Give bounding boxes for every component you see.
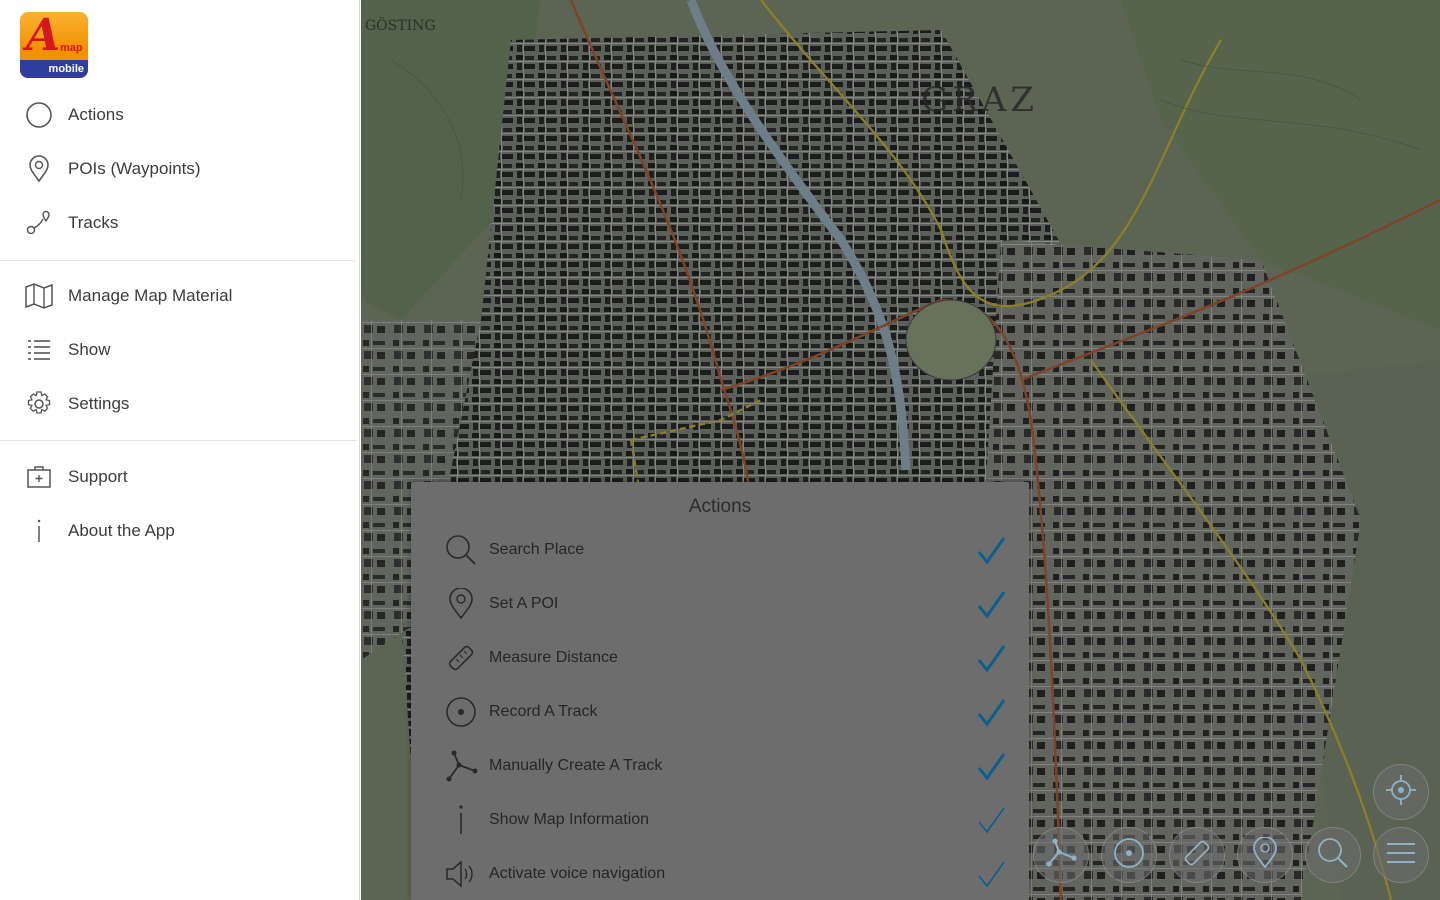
menu-item-support[interactable]: Support	[0, 450, 360, 504]
record-track-button[interactable]	[1101, 827, 1157, 883]
checkmark-icon[interactable]	[973, 856, 1009, 892]
action-row-activate-voice-navigation[interactable]: Activate voice navigation	[443, 847, 1009, 900]
checkmark-icon[interactable]	[973, 586, 1009, 622]
menu-item-label: Show	[68, 340, 111, 359]
menu-divider	[0, 440, 356, 441]
search-icon	[1316, 836, 1350, 875]
checkmark-icon[interactable]	[973, 640, 1009, 676]
action-label: Record A Track	[489, 703, 598, 720]
menu-item-label: Settings	[68, 394, 130, 413]
navigation-drawer: A map mobile Actions POIs (Waypoints) Tr…	[0, 0, 360, 900]
menu-item-label: POIs (Waypoints)	[68, 159, 201, 178]
action-label: Search Place	[489, 541, 585, 558]
info-icon	[22, 514, 56, 548]
menu-item-pois[interactable]: POIs (Waypoints)	[0, 142, 360, 196]
actions-panel-title: Actions	[688, 496, 752, 517]
checkmark-icon[interactable]	[973, 748, 1009, 784]
record-icon	[443, 694, 479, 730]
menu-icon	[1384, 838, 1418, 873]
menu-group-map: Manage Map Material Show Settings	[0, 269, 360, 431]
action-row-manually-create-track[interactable]: Manually Create A Track	[443, 739, 1009, 793]
logo-map-text: map	[60, 42, 83, 54]
ruler-icon	[1180, 836, 1214, 875]
menu-item-label: Actions	[68, 105, 124, 124]
search-place-button[interactable]	[1305, 827, 1361, 883]
tracks-icon	[22, 206, 56, 240]
menu-item-actions[interactable]: Actions	[0, 88, 360, 142]
search-icon	[443, 532, 479, 568]
menu-item-show[interactable]: Show	[0, 323, 360, 377]
checkmark-icon[interactable]	[973, 694, 1009, 730]
action-row-set-poi[interactable]: Set A POI	[443, 577, 1009, 631]
action-label: Show Map Information	[489, 811, 650, 828]
track-create-icon	[443, 748, 479, 784]
menu-group-main: Actions POIs (Waypoints) Tracks	[0, 88, 360, 250]
logo-letter: A	[26, 12, 61, 61]
locate-icon	[1384, 773, 1418, 812]
action-row-record-track[interactable]: Record A Track	[443, 685, 1009, 739]
speaker-icon	[443, 856, 479, 892]
menu-item-label: Manage Map Material	[68, 286, 233, 305]
set-poi-button[interactable]	[1237, 827, 1293, 883]
checkmark-icon[interactable]	[973, 532, 1009, 568]
action-row-measure-distance[interactable]: Measure Distance	[443, 631, 1009, 685]
menu-item-about[interactable]: About the App	[0, 504, 360, 558]
circle-icon	[22, 98, 56, 132]
action-row-search-place[interactable]: Search Place	[443, 523, 1009, 577]
action-label: Measure Distance	[489, 649, 618, 666]
logo-bar: mobile	[20, 60, 88, 78]
manual-track-button[interactable]	[1033, 827, 1089, 883]
amap-logo: A map mobile	[20, 12, 88, 78]
measure-distance-button[interactable]	[1169, 827, 1225, 883]
actions-panel: Actions Search Place Set A POI Measure D…	[411, 482, 1029, 900]
map-icon	[22, 279, 56, 313]
pin-icon	[1252, 835, 1278, 874]
record-icon	[1112, 836, 1146, 875]
menu-button[interactable]	[1373, 827, 1429, 883]
action-label: Set A POI	[489, 595, 559, 612]
pin-icon	[22, 152, 56, 186]
menu-group-help: Support About the App	[0, 450, 360, 558]
gear-icon	[22, 387, 56, 421]
menu-item-label: Support	[68, 467, 128, 486]
action-label: Manually Create A Track	[489, 757, 663, 774]
checkmark-icon[interactable]	[973, 802, 1009, 838]
map-view[interactable]: GRAZ GÖSTING Actions Search Place Set A …	[361, 0, 1440, 900]
locate-button[interactable]	[1373, 764, 1429, 820]
menu-item-tracks[interactable]: Tracks	[0, 196, 360, 250]
ruler-icon	[443, 640, 479, 676]
menu-item-label: Tracks	[68, 213, 119, 232]
action-row-show-map-information[interactable]: Show Map Information	[443, 793, 1009, 847]
info-icon	[443, 802, 479, 838]
track-create-icon	[1044, 836, 1078, 875]
list-icon	[22, 333, 56, 367]
menu-item-settings[interactable]: Settings	[0, 377, 360, 431]
menu-item-label: About the App	[68, 521, 175, 540]
pin-icon	[443, 586, 479, 622]
action-label: Activate voice navigation	[489, 865, 666, 882]
support-icon	[22, 460, 56, 494]
menu-item-manage-map-material[interactable]: Manage Map Material	[0, 269, 360, 323]
menu-divider	[0, 260, 356, 261]
